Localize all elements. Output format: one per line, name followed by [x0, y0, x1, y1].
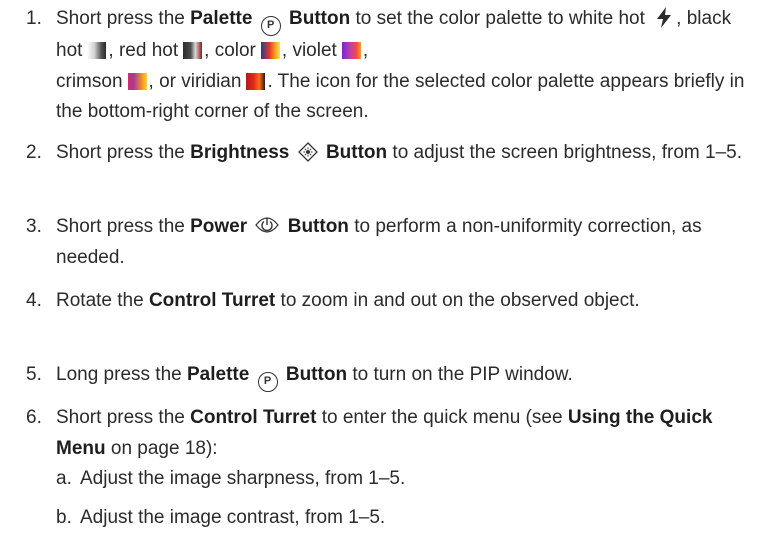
- color-swatch-icon: [260, 42, 280, 59]
- list-item-5: 5. Long press the Palette P Button to tu…: [26, 360, 756, 392]
- button-label: Button: [325, 142, 388, 163]
- button-label: Button: [285, 364, 348, 385]
- button-label: Button: [289, 8, 351, 29]
- white-hot-icon: [656, 7, 672, 28]
- item-number: 4.: [26, 290, 42, 311]
- list-item-2: 2. Short press the Brightness Button to …: [26, 138, 756, 169]
- black-hot-swatch-icon: [87, 42, 107, 59]
- palette-button-icon: P: [257, 372, 278, 392]
- instructions-list: 1. Short press the Palette P Button to s…: [0, 0, 768, 538]
- palette-label: Palette: [190, 8, 253, 29]
- control-turret-label: Control Turret: [190, 407, 317, 428]
- control-turret-label: Control Turret: [148, 290, 276, 311]
- power-label: Power: [190, 216, 248, 237]
- palette-button-icon: P: [260, 16, 281, 36]
- item-number: 5.: [26, 364, 42, 385]
- power-button-icon: [254, 214, 280, 236]
- violet-swatch-icon: [341, 42, 361, 59]
- crimson-swatch-icon: [127, 72, 147, 90]
- sub-item-a: a. Adjust the image sharpness, from 1–5.: [56, 464, 756, 495]
- item-number: 1.: [26, 8, 42, 29]
- sub-item-b: b. Adjust the image contrast, from 1–5.: [56, 503, 756, 534]
- brightness-label: Brightness: [190, 142, 290, 163]
- palette-label: Palette: [186, 364, 250, 385]
- list-item-6: 6. Short press the Control Turret to ent…: [26, 403, 756, 464]
- sub-item-letter: a.: [56, 468, 72, 489]
- list-item-3: 3. Short press the Power Button to perfo…: [26, 212, 756, 273]
- list-item-1: 1. Short press the Palette P Button to s…: [26, 4, 756, 128]
- red-hot-swatch-icon: [183, 42, 203, 59]
- item-number: 3.: [26, 216, 42, 237]
- item-number: 6.: [26, 407, 42, 428]
- viridian-swatch-icon: [246, 72, 266, 90]
- item-number: 2.: [26, 142, 42, 163]
- brightness-button-icon: [297, 142, 318, 162]
- sub-item-letter: b.: [56, 507, 72, 528]
- list-item-4: 4. Rotate the Control Turret to zoom in …: [26, 286, 756, 317]
- button-label: Button: [287, 216, 349, 237]
